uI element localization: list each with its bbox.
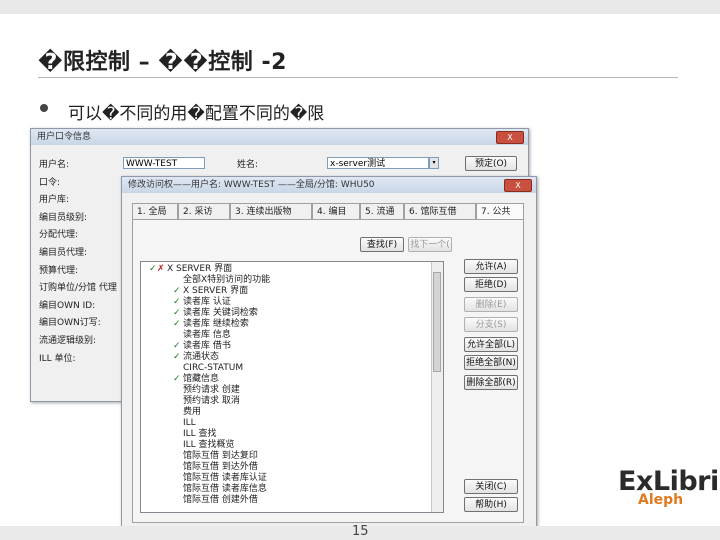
access-window-close-button[interactable]: X	[504, 179, 532, 192]
username-field[interactable]: WWW-TEST	[123, 157, 205, 169]
slide-title: �限控制 – ��控制 -2	[38, 50, 287, 75]
logo-subtext: Aleph	[638, 492, 684, 508]
tree-item[interactable]: X SERVER 界面	[167, 264, 232, 275]
side-action-button[interactable]: 删除(E)	[464, 297, 518, 312]
name-label: 姓名:	[237, 160, 259, 170]
user-field-label: 用户库:	[39, 195, 70, 206]
tree-item[interactable]: 读者库 借书	[183, 341, 231, 352]
tree-item[interactable]: X SERVER 界面	[183, 286, 248, 297]
tab-item[interactable]: 3. 连续出版物	[230, 203, 312, 219]
tab-item[interactable]: 2. 采访	[178, 203, 230, 219]
check-icon: ✓	[173, 319, 181, 329]
deny-icon: ✗	[157, 264, 165, 274]
tree-item[interactable]: 读者库 认证	[183, 297, 231, 308]
user-field-label: 订购单位/分馆 代理	[39, 283, 117, 294]
tree-item[interactable]: ILL	[183, 418, 196, 429]
check-icon: ✓	[173, 352, 181, 362]
check-icon: ✓	[149, 264, 157, 274]
check-icon: ✓	[173, 297, 181, 307]
tree-item[interactable]: 预约请求 创建	[183, 385, 240, 396]
user-info-window-title: 用户口令信息 X	[31, 129, 528, 145]
user-field-label: ILL 单位:	[39, 353, 76, 364]
check-icon: ✓	[173, 286, 181, 296]
user-field-label: 编目OWN ID:	[39, 300, 96, 311]
permission-tree[interactable]: ✓ ✗ X SERVER 界面 全部X特别访问的功能 ✓ X SERVER 界面 ✓ 读者库 …	[140, 261, 444, 513]
tree-scroll-thumb[interactable]	[433, 272, 441, 372]
user-field-label: 编目员级别:	[39, 212, 88, 223]
tree-item[interactable]: 费用	[183, 407, 201, 418]
tree-item[interactable]: 全部X特别访问的功能	[183, 275, 270, 286]
tab-item[interactable]: 1. 全局	[132, 203, 178, 219]
bullet-icon	[40, 104, 48, 112]
tab-item[interactable]: 6. 馆际互借	[404, 203, 476, 219]
tab-strip: 1. 全局 2. 采访 3. 连续出版物 4. 编目 5. 流通 6. 馆际互借 7. 公共	[132, 203, 524, 220]
help-button[interactable]: 帮助(H)	[464, 497, 518, 512]
slide-top-bar	[0, 0, 720, 14]
user-field-label: 预算代理:	[39, 265, 79, 276]
check-icon: ✓	[173, 374, 181, 384]
check-icon: ✓	[173, 308, 181, 318]
save-button[interactable]: 预定(O)	[465, 156, 517, 171]
tree-scrollbar[interactable]	[431, 262, 443, 512]
search-button[interactable]: 查找(F)	[360, 237, 404, 252]
side-action-button[interactable]: 删除全部(R)	[464, 375, 518, 390]
user-field-label: 分配代理:	[39, 230, 79, 241]
check-icon: ✓	[173, 341, 181, 351]
name-dropdown-icon[interactable]: ▾	[429, 157, 439, 169]
side-action-button[interactable]: 拒绝(D)	[464, 277, 518, 292]
close-button[interactable]: 关闭(C)	[464, 479, 518, 494]
access-rights-title-text: 修改访问权——用户名: WWW-TEST ——全局/分馆: WHU50	[128, 180, 375, 190]
bullet-text: 可以�不同的用�配置不同的�限	[68, 104, 325, 124]
side-action-button[interactable]: 允许全部(L)	[464, 337, 518, 352]
name-field[interactable]: x-server测试	[327, 157, 429, 169]
tree-item[interactable]: 预约请求 取消	[183, 396, 240, 407]
tab-item[interactable]: 5. 流通	[360, 203, 404, 219]
tree-item[interactable]: 馆际互借 读者库认证	[183, 473, 267, 484]
side-action-button[interactable]: 拒绝全部(N)	[464, 355, 518, 370]
user-field-label: 口令:	[39, 177, 61, 188]
find-next-button[interactable]: 找下一个(	[408, 237, 452, 252]
side-action-button[interactable]: 允许(A)	[464, 259, 518, 274]
tree-item[interactable]: 流通状态	[183, 352, 219, 363]
tree-item[interactable]: 读者库 关键词检索	[183, 308, 258, 319]
tree-item[interactable]: 读者库 继续检索	[183, 319, 249, 330]
tree-item[interactable]: ILL 查找概览	[183, 440, 235, 451]
user-window-close-button[interactable]: X	[496, 131, 524, 144]
tree-item[interactable]: 馆际互借 读者库信息	[183, 484, 267, 495]
side-action-button[interactable]: 分支(S)	[464, 317, 518, 332]
user-field-label: 编目OWN订写:	[39, 318, 101, 329]
page-number: 15	[352, 524, 369, 539]
user-field-label: 流通逻辑级别:	[39, 336, 97, 346]
user-field-label: 编目员代理:	[39, 248, 88, 258]
tree-item[interactable]: CIRC-STATUM	[183, 363, 243, 374]
user-field-label: 用户名:	[39, 160, 70, 170]
tree-item[interactable]: ILL 查找	[183, 429, 217, 440]
tree-item[interactable]: 读者库 信息	[183, 330, 231, 341]
tree-item[interactable]: 馆际互借 到达复印	[183, 451, 258, 462]
tab-item[interactable]: 4. 编目	[312, 203, 360, 219]
tab-item[interactable]: 7. 公共	[476, 203, 524, 220]
tree-item[interactable]: 馆际互借 创建外借	[183, 495, 258, 506]
user-info-title-text: 用户口令信息	[37, 132, 92, 142]
access-rights-window: 修改访问权——用户名: WWW-TEST ——全局/分馆: WHU50 X 1.…	[121, 176, 537, 530]
tree-item[interactable]: 馆际互借 到达外借	[183, 462, 258, 473]
access-rights-window-title: 修改访问权——用户名: WWW-TEST ——全局/分馆: WHU50 X	[122, 177, 536, 193]
tree-item[interactable]: 馆藏信息	[183, 374, 219, 385]
title-divider	[38, 77, 678, 78]
